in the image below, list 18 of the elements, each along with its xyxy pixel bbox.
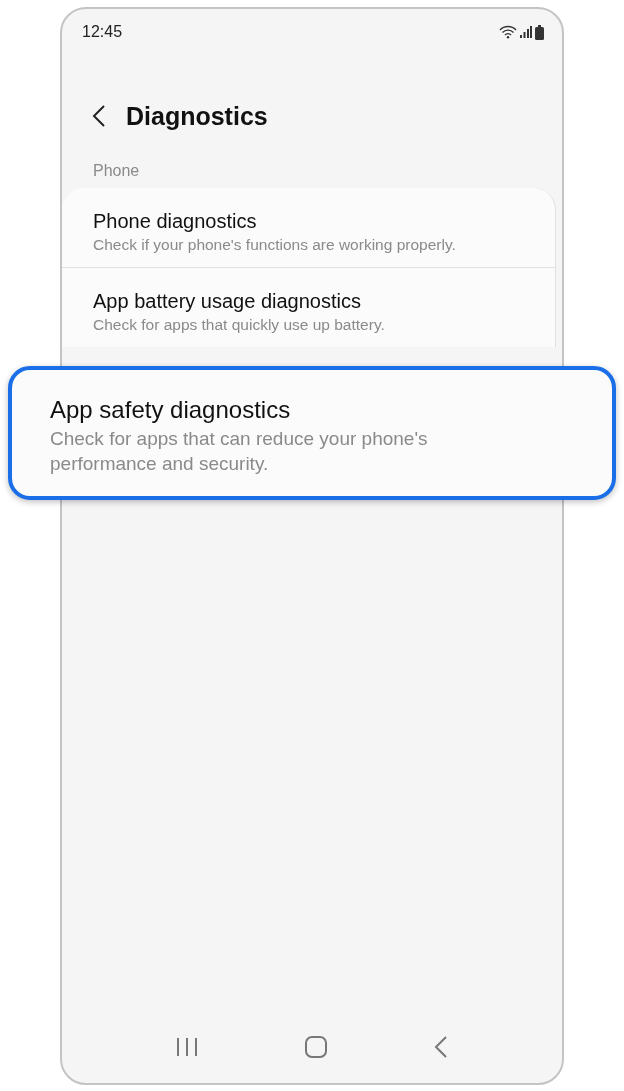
item-title: Phone diagnostics xyxy=(93,209,258,234)
status-time: 12:45 xyxy=(82,23,123,41)
item-title: App battery usage diagnostics xyxy=(93,289,362,314)
section-label: Phone xyxy=(92,162,141,180)
signal-icon xyxy=(520,26,532,38)
list-item[interactable]: App battery usage diagnostics Check for apps that quickly use up battery. xyxy=(62,268,555,347)
page-title: Diagnostics xyxy=(126,101,268,131)
list-item[interactable]: Phone diagnostics Check if your phone's functions are working properly. xyxy=(62,188,555,268)
item-description: Check for apps that quickly use up battery. xyxy=(93,315,386,335)
item-description: Check if your phone's functions are working properly. xyxy=(93,235,457,255)
recent-apps-icon[interactable] xyxy=(175,1037,198,1057)
item-description: Check for apps that can reduce your phone's performance and security. xyxy=(50,427,429,476)
battery-icon xyxy=(535,24,544,40)
item-title: App safety diagnostics xyxy=(50,395,292,425)
highlighted-list-item[interactable]: App safety diagnostics Check for apps that can reduce your phone's performance and security. xyxy=(8,366,616,500)
back-icon[interactable] xyxy=(92,104,106,128)
wifi-icon xyxy=(499,25,517,39)
home-icon[interactable] xyxy=(305,1036,327,1058)
